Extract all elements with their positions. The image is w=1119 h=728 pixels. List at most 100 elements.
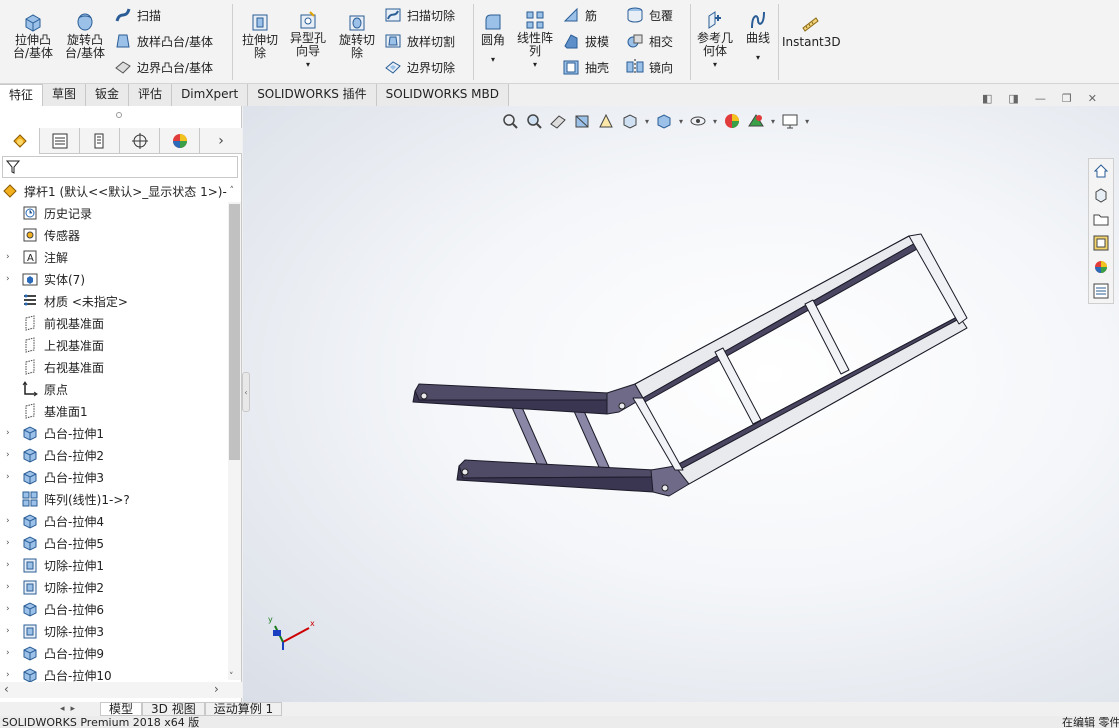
frame-bar[interactable] (414, 383, 610, 401)
tree-item[interactable]: › A 注解 (0, 246, 228, 268)
wrap-button[interactable]: 包覆 (626, 4, 673, 26)
first-tab-arrow[interactable]: ◂ (60, 704, 65, 714)
home-icon[interactable] (1089, 159, 1113, 183)
frame-end-rail[interactable] (908, 233, 968, 325)
curves-dropdown-arrow[interactable]: ▾ (740, 51, 776, 64)
tree-item[interactable]: 前视基准面 (0, 312, 228, 334)
view-palette-icon[interactable] (1089, 231, 1113, 255)
tab-mbd[interactable]: SOLIDWORKS MBD (376, 84, 509, 106)
part-model[interactable] (243, 106, 1119, 702)
scroll-down-arrow[interactable]: ˅ (229, 672, 234, 682)
revolve-boss-button[interactable]: 旋转凸 台/基体 (60, 12, 110, 60)
expand-arrow-icon[interactable]: › (6, 604, 16, 614)
expand-arrow-icon[interactable]: › (6, 670, 16, 680)
cross-member[interactable] (714, 347, 762, 425)
boundary-cut-button[interactable]: 边界切除 (384, 56, 455, 78)
loft-boss-button[interactable]: 放样凸台/基体 (114, 30, 213, 52)
scroll-left-arrow[interactable]: ‹ (4, 682, 9, 696)
tab-evaluate[interactable]: 评估 (129, 84, 173, 106)
tree-item[interactable]: 原点 (0, 378, 228, 400)
expand-arrow-icon[interactable]: › (6, 648, 16, 658)
close-icon[interactable]: ✕ (1088, 92, 1097, 105)
expand-arrow-icon[interactable]: › (6, 582, 16, 592)
appearances-icon[interactable] (1089, 255, 1113, 279)
fillet-dropdown-arrow[interactable]: ▾ (476, 53, 510, 66)
tree-item[interactable]: 材质 <未指定> (0, 290, 228, 312)
last-tab-arrow[interactable]: ▸ (71, 704, 76, 714)
tab-dimxpert[interactable]: DimXpert (172, 84, 249, 106)
expand-arrow-icon[interactable]: › (6, 516, 16, 526)
boundary-boss-button[interactable]: 边界凸台/基体 (114, 56, 213, 78)
cross-member[interactable] (804, 299, 850, 375)
instant3d-button[interactable]: Instant3D (782, 14, 841, 49)
expand-arrow-icon[interactable]: › (6, 274, 16, 284)
frame-start-rail[interactable] (632, 397, 684, 471)
sweep-button[interactable]: 扫描 (114, 4, 161, 26)
panel-splitter[interactable]: ‹ (242, 372, 250, 412)
hole-wizard-dropdown-arrow[interactable]: ▾ (284, 58, 332, 71)
extrude-boss-button[interactable]: 拉伸凸 台/基体 (8, 12, 58, 60)
tree-item[interactable]: › 凸台-拉伸4 (0, 510, 228, 532)
reference-geometry-dropdown-arrow[interactable]: ▾ (694, 58, 736, 71)
sweep-cut-button[interactable]: 扫描切除 (384, 4, 455, 26)
file-explorer-icon[interactable] (1089, 207, 1113, 231)
tree-item[interactable]: 基准面1 (0, 400, 228, 422)
panel-tabs-scroll-right[interactable]: › (200, 128, 242, 153)
loft-cut-button[interactable]: 放样切割 (384, 30, 455, 52)
tab-3d-view[interactable]: 3D 视图 (142, 702, 205, 716)
tile-left-icon[interactable]: ◧ (982, 92, 992, 105)
tree-item[interactable]: 上视基准面 (0, 334, 228, 356)
tree-root[interactable]: 撑杆1 (默认<<默认>_显示状态 1>)- ˄ (0, 180, 234, 202)
tree-item[interactable]: › 凸台-拉伸2 (0, 444, 228, 466)
tab-model[interactable]: 模型 (100, 702, 143, 716)
reference-geometry-button[interactable]: 参考几 何体 ▾ (694, 10, 736, 71)
graphics-area[interactable]: ◧ ◨ — ❐ ✕ ▾ ▾ ▾ ▾ ▾ x y (243, 92, 1119, 702)
tree-item[interactable]: › 实体(7) (0, 268, 228, 290)
tree-item[interactable]: › 凸台-拉伸10 (0, 664, 228, 682)
tree-item[interactable]: 阵列(线性)1->? (0, 488, 228, 510)
tree-item[interactable]: › 凸台-拉伸9 (0, 642, 228, 664)
tab-dimxpert-manager[interactable] (120, 128, 160, 154)
revolve-cut-button[interactable]: 旋转切 除 (333, 12, 381, 60)
tab-features[interactable]: 特征 (0, 84, 44, 106)
hole-wizard-button[interactable]: 异型孔 向导 ▾ (284, 10, 332, 71)
tree-item[interactable]: › 切除-拉伸1 (0, 554, 228, 576)
tree-item[interactable]: › 凸台-拉伸6 (0, 598, 228, 620)
tree-item[interactable]: 历史记录 (0, 202, 228, 224)
tree-item[interactable]: › 切除-拉伸3 (0, 620, 228, 642)
tree-item[interactable]: › 凸台-拉伸1 (0, 422, 228, 444)
tree-vertical-scrollbar[interactable]: ˅ (228, 202, 241, 682)
tab-sketch[interactable]: 草图 (43, 84, 87, 106)
expand-arrow-icon[interactable]: › (6, 428, 16, 438)
rib-button[interactable]: 筋 (562, 4, 597, 26)
expand-arrow-icon[interactable]: › (6, 450, 16, 460)
scroll-up-arrow[interactable]: ˄ (230, 186, 235, 196)
minimize-icon[interactable]: — (1035, 92, 1046, 105)
draft-button[interactable]: 拔模 (562, 30, 609, 52)
extrude-cut-button[interactable]: 拉伸切 除 (236, 12, 284, 60)
custom-properties-icon[interactable] (1089, 279, 1113, 303)
tab-scroll-arrows[interactable]: ◂ ▸ (0, 702, 100, 716)
expand-arrow-icon[interactable]: › (6, 538, 16, 548)
tile-right-icon[interactable]: ◨ (1008, 92, 1018, 105)
tab-motion-study[interactable]: 运动算例 1 (204, 702, 283, 716)
tab-feature-manager[interactable] (0, 128, 40, 154)
tab-configuration-manager[interactable] (80, 128, 120, 154)
tab-display-manager[interactable] (160, 128, 200, 154)
tree-filter[interactable] (2, 156, 238, 178)
expand-arrow-icon[interactable]: › (6, 472, 16, 482)
linear-pattern-button[interactable]: 线性阵 列 ▾ (512, 10, 558, 71)
mirror-button[interactable]: 镜向 (626, 56, 673, 78)
frame-bar[interactable] (458, 459, 656, 479)
expand-arrow-icon[interactable]: › (6, 560, 16, 570)
tree-item[interactable]: 传感器 (0, 224, 228, 246)
tree-item[interactable]: › 切除-拉伸2 (0, 576, 228, 598)
expand-arrow-icon[interactable]: › (6, 626, 16, 636)
scrollbar-thumb[interactable] (229, 204, 240, 460)
tree-horizontal-scrollbar[interactable]: ‹ › (0, 682, 242, 698)
tab-sheet-metal[interactable]: 钣金 (86, 84, 130, 106)
tree-item[interactable]: 右视基准面 (0, 356, 228, 378)
linear-pattern-dropdown-arrow[interactable]: ▾ (512, 58, 558, 71)
panel-grip[interactable] (116, 112, 122, 118)
tree-item[interactable]: › 凸台-拉伸5 (0, 532, 228, 554)
